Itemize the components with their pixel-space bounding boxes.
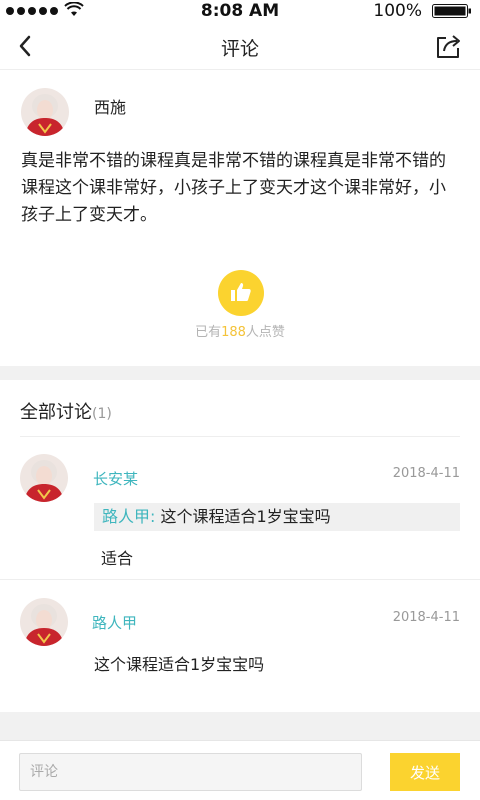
discussion-count: (1) bbox=[92, 406, 112, 422]
avatar[interactable] bbox=[21, 88, 69, 136]
thumbs-up-icon bbox=[231, 283, 251, 301]
quoted-author: 路人甲: bbox=[102, 507, 156, 526]
reply-text: 这个课程适合1岁宝宝吗 bbox=[94, 655, 265, 674]
battery-percent: 100% bbox=[373, 1, 422, 21]
discussion-header: 全部讨论(1) bbox=[20, 402, 112, 423]
status-bar: 8:08 AM 100% bbox=[0, 0, 480, 22]
comment-input-bar: 发送 bbox=[0, 740, 480, 800]
like-count: 已有188人点赞 bbox=[195, 325, 285, 340]
nav-bar: 评论 bbox=[0, 22, 480, 70]
section-divider bbox=[0, 712, 480, 740]
avatar[interactable] bbox=[20, 454, 68, 502]
battery-icon bbox=[432, 4, 471, 18]
divider bbox=[20, 436, 460, 437]
page-title: 评论 bbox=[220, 38, 259, 60]
comment-input[interactable] bbox=[19, 753, 362, 791]
like-number: 188 bbox=[221, 325, 246, 340]
comment-author: 西施 bbox=[94, 98, 127, 117]
reply-date: 2018-4-11 bbox=[392, 610, 460, 625]
reply-author[interactable]: 长安某 bbox=[93, 468, 138, 489]
comment-body: 真是非常不错的课程真是非常不错的课程真是非常不错的课程这个课非常好，小孩子上了变… bbox=[21, 151, 446, 225]
reply-text: 适合 bbox=[101, 549, 134, 568]
share-icon[interactable] bbox=[432, 30, 464, 62]
reply-author[interactable]: 路人甲 bbox=[92, 612, 137, 633]
like-button[interactable] bbox=[218, 270, 264, 316]
quoted-reply: 路人甲: 这个课程适合1岁宝宝吗 bbox=[94, 503, 460, 531]
section-divider bbox=[0, 366, 480, 380]
send-button[interactable]: 发送 bbox=[390, 753, 460, 791]
quoted-text: 这个课程适合1岁宝宝吗 bbox=[155, 507, 331, 526]
reply-date: 2018-4-11 bbox=[392, 466, 460, 481]
divider bbox=[0, 579, 480, 580]
avatar[interactable] bbox=[20, 598, 68, 646]
